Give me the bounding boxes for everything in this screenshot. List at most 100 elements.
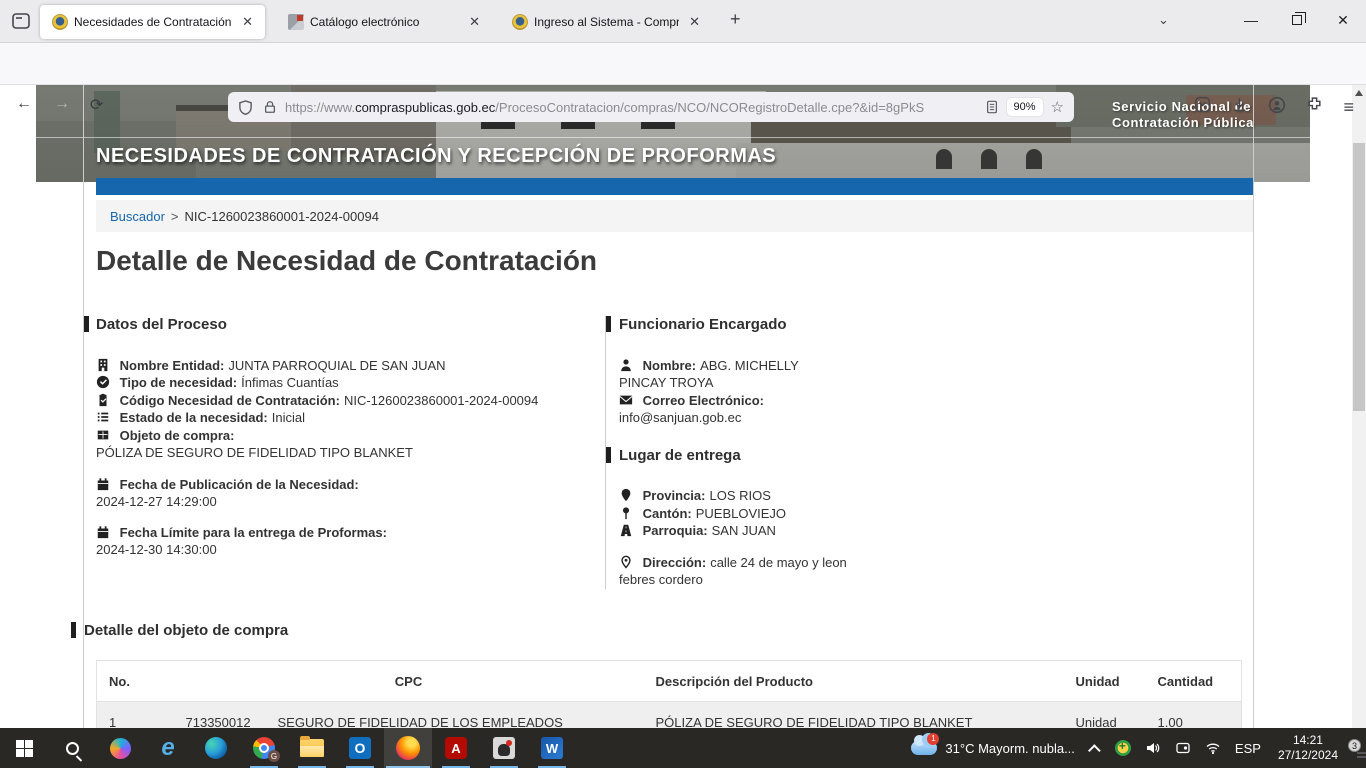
calendar-icon — [96, 525, 110, 539]
outlook-button[interactable]: O — [336, 728, 384, 768]
datos-del-proceso-section: Datos del Proceso Nombre Entidad:JUNTA P… — [84, 316, 599, 559]
field-canton: Cantón:PUEBLOVIEJO — [619, 505, 1253, 523]
volume-icon[interactable] — [1145, 740, 1161, 756]
field-fecha-publicacion-label: Fecha de Publicación de la Necesidad: — [96, 476, 599, 494]
close-window-icon[interactable]: ✕ — [1320, 0, 1366, 40]
tab-close-icon[interactable]: ✕ — [465, 14, 484, 30]
menu-icon[interactable]: ≡ — [1343, 97, 1354, 118]
map-marker-icon — [619, 488, 633, 502]
firefox-button[interactable] — [384, 728, 432, 768]
section-marker — [606, 447, 611, 463]
language-indicator[interactable]: ESP — [1235, 741, 1261, 756]
calendar-icon — [96, 477, 110, 491]
pocket-icon[interactable] — [1194, 96, 1211, 118]
address-bar[interactable]: https://www.compraspublicas.gob.ec/Proce… — [228, 92, 1074, 122]
word-button[interactable]: W — [528, 728, 576, 768]
lock-icon[interactable] — [263, 100, 277, 114]
col-cantidad: Cantidad — [1146, 661, 1242, 702]
windows-taskbar: e G O A W 1 31°C Mayorm. nubla... ESP 14… — [0, 728, 1366, 768]
person-icon — [619, 358, 633, 372]
chrome-profile-badge: G — [268, 750, 280, 762]
folder-icon — [300, 739, 324, 757]
copilot-icon — [110, 738, 131, 759]
weather-condition: Mayorm. nubla... — [978, 741, 1075, 756]
vertical-scrollbar[interactable] — [1352, 85, 1366, 728]
wifi-icon[interactable] — [1205, 740, 1221, 756]
shield-icon[interactable] — [238, 100, 253, 115]
acrobat-button[interactable]: A — [432, 728, 480, 768]
catalogo-favicon — [288, 14, 304, 30]
tab-title: Catálogo electrónico — [310, 15, 459, 29]
chrome-button[interactable]: G — [240, 728, 288, 768]
field-nombre: Nombre:ABG. MICHELLY PINCAY TROYA — [619, 357, 849, 392]
copilot-button[interactable] — [96, 728, 144, 768]
lugar-heading: Lugar de entrega — [619, 447, 1253, 465]
field-nombre-entidad: Nombre Entidad:JUNTA PARROQUIAL DE SAN J… — [96, 357, 599, 375]
breadcrumb-link-buscador[interactable]: Buscador — [110, 209, 165, 224]
field-fecha-limite-value: 2024-12-30 14:30:00 — [96, 541, 599, 559]
breadcrumb-current: NIC-1260023860001-2024-00094 — [185, 209, 379, 224]
tab-ingreso[interactable]: Ingreso al Sistema - Compras P ✕ — [500, 5, 712, 39]
weather-widget[interactable]: 1 31°C Mayorm. nubla... — [911, 741, 1075, 756]
col-cpc: CPC — [174, 661, 644, 702]
outlook-icon: O — [349, 737, 371, 759]
cast-icon[interactable] — [1175, 740, 1191, 756]
downloads-icon[interactable] — [1231, 96, 1248, 118]
col-descripcion: Descripción del Producto — [644, 661, 1064, 702]
map-marker-outline-icon — [619, 555, 633, 569]
restore-icon[interactable] — [1274, 0, 1320, 40]
taskbar-search-button[interactable] — [48, 728, 96, 768]
minimize-icon[interactable]: — — [1228, 0, 1274, 40]
java-app-button[interactable] — [480, 728, 528, 768]
tray-chevron-icon[interactable] — [1092, 744, 1101, 753]
right-column: Funcionario Encargado Nombre:ABG. MICHEL… — [605, 316, 1253, 589]
field-objeto-label: Objeto de compra: — [96, 427, 599, 445]
ecuador-favicon — [52, 14, 68, 30]
field-correo-label: Correo Electrónico: — [619, 392, 1253, 410]
tab-catalogo[interactable]: Catálogo electrónico ✕ — [276, 5, 492, 39]
start-button[interactable] — [0, 728, 48, 768]
clipboard-check-icon — [96, 393, 110, 407]
ecuador-favicon — [512, 14, 528, 30]
scroll-up-icon[interactable] — [1355, 90, 1363, 96]
system-tray: 1 31°C Mayorm. nubla... ESP 14:21 27/12/… — [911, 728, 1366, 768]
tab-close-icon[interactable]: ✕ — [685, 14, 704, 30]
tab-close-icon[interactable]: ✕ — [238, 14, 257, 30]
field-estado: Estado de la necesidad:Inicial — [96, 409, 599, 427]
edge-icon — [205, 737, 227, 759]
container-border-right — [1253, 85, 1254, 728]
tab-title: Ingreso al Sistema - Compras P — [534, 15, 679, 29]
funcionario-heading: Funcionario Encargado — [619, 316, 1253, 334]
file-explorer-button[interactable] — [288, 728, 336, 768]
reload-icon[interactable]: ⟳ — [90, 95, 103, 115]
internet-explorer-button[interactable]: e — [144, 728, 192, 768]
account-icon[interactable] — [1268, 96, 1286, 119]
road-icon — [619, 523, 633, 537]
section-marker — [606, 316, 611, 332]
zoom-level-badge[interactable]: 90% — [1007, 98, 1043, 116]
table-row: 1 713350012 SEGURO DE FIDELIDAD DE LOS E… — [97, 702, 1242, 729]
tab-list-chevron-icon[interactable]: ⌄ — [1158, 12, 1169, 28]
notification-badge: 3 — [1348, 739, 1361, 752]
extensions-icon[interactable] — [1306, 96, 1323, 118]
forward-icon[interactable]: → — [54, 95, 70, 113]
reader-mode-icon[interactable] — [985, 100, 999, 114]
firefox-view-icon[interactable] — [10, 10, 34, 34]
clock[interactable]: 14:21 27/12/2024 — [1278, 733, 1338, 763]
edge-button[interactable] — [192, 728, 240, 768]
tab-title: Necesidades de Contratación y — [74, 15, 232, 29]
bookmark-star-icon[interactable]: ☆ — [1051, 98, 1064, 116]
java-icon — [493, 737, 515, 759]
col-unidad: Unidad — [1064, 661, 1146, 702]
tab-necesidades[interactable]: Necesidades de Contratación y ✕ — [40, 5, 265, 39]
field-provincia: Provincia:LOS RIOS — [619, 487, 1253, 505]
clock-date: 27/12/2024 — [1278, 748, 1338, 763]
field-direccion: Dirección:calle 24 de mayo y leon febres… — [619, 554, 849, 589]
antivirus-icon[interactable] — [1115, 740, 1131, 756]
new-tab-icon[interactable]: + — [730, 9, 741, 30]
windows-logo-icon — [16, 740, 33, 757]
blue-divider-bar — [96, 178, 1253, 195]
scrollbar-thumb[interactable] — [1353, 143, 1365, 411]
back-icon[interactable]: ← — [16, 95, 32, 113]
field-codigo: Código Necesidad de Contratación:NIC-126… — [96, 392, 599, 410]
